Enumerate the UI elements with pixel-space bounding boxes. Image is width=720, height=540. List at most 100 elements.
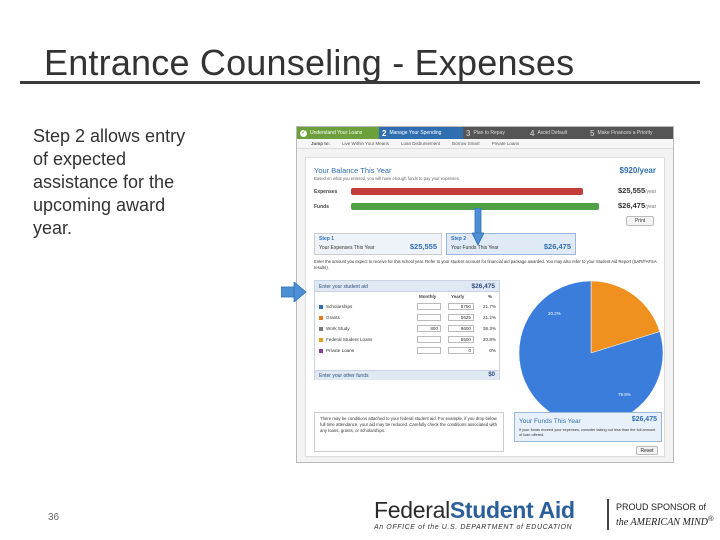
step-manage-spending[interactable]: 2 Manage Your Spending	[379, 127, 463, 139]
nav-loan-disbursement[interactable]: Loan Disbursement	[401, 141, 440, 146]
color-swatch	[319, 305, 323, 309]
slide-title: Entrance Counseling - Expenses	[44, 42, 575, 83]
monthly-input[interactable]: 800	[417, 325, 441, 332]
yearly-input[interactable]: 5625	[448, 314, 474, 321]
aid-row-scholarships: Scholarships 5750 21.7%	[315, 303, 499, 313]
step-number: 3	[466, 128, 471, 138]
fsa-brand-name: FederalStudent Aid	[374, 497, 575, 524]
student-aid-header[interactable]: Enter your student aid $26,475	[315, 281, 499, 292]
print-button[interactable]: Print	[626, 216, 654, 226]
aid-row-work-study: Work Study 800 9600 36.3%	[315, 325, 499, 335]
pie-label-a: 20.2%	[548, 311, 561, 316]
col-pct: %	[488, 294, 493, 299]
logo-separator	[607, 499, 609, 530]
title-underline	[20, 81, 700, 84]
jump-to-nav: Jump to: Live Within Your Means Loan Dis…	[297, 139, 673, 149]
callout-arrow-down-icon	[472, 208, 484, 246]
color-swatch	[319, 316, 323, 320]
funds-amount-value: $26,475	[618, 201, 646, 210]
aid-name: Private Loans	[326, 348, 355, 353]
aid-pct: 20.8%	[482, 337, 496, 342]
step-avoid-default[interactable]: 4 Avoid Default	[527, 127, 587, 139]
expenses-amount: $25,555/year	[618, 186, 656, 195]
aid-pct: 21.2%	[482, 315, 496, 320]
callout-arrow-right-icon	[281, 282, 307, 302]
monthly-input[interactable]	[417, 336, 441, 343]
step-number: 2	[382, 128, 387, 138]
funds-box-value: $26,475	[631, 416, 657, 423]
funds-pie-chart: 20.2% 79.8%	[516, 278, 666, 428]
step1-key: Step 1	[319, 236, 335, 242]
reset-button[interactable]: Reset	[636, 446, 658, 455]
nav-borrow-smart[interactable]: Borrow Smart	[452, 141, 480, 146]
step-plan-repay[interactable]: 3 Plan to Repay	[463, 127, 527, 139]
expenses-amount-value: $25,555	[618, 186, 646, 195]
step-label: Avoid Default	[537, 130, 568, 136]
col-monthly: Monthly	[419, 294, 437, 299]
conditions-notice: There may be conditions attached to your…	[314, 412, 504, 452]
slide-body-text: Step 2 allows entry of expected assistan…	[33, 126, 186, 238]
aid-pct: 21.7%	[482, 304, 496, 309]
check-icon: ✓	[300, 129, 307, 137]
aid-name: Scholarships	[326, 304, 353, 309]
expenses-label: Expenses	[314, 189, 338, 195]
yearly-input[interactable]: 0	[448, 347, 474, 354]
jump-to-label: Jump to:	[311, 141, 330, 146]
aid-name: Work Study	[326, 326, 350, 331]
step-make-finances-priority[interactable]: 5 Make Finances a Priority	[587, 127, 673, 139]
monthly-input[interactable]	[417, 347, 441, 354]
step-label: Understand Your Loans	[310, 130, 363, 136]
fsa-brand-part2: Student Aid	[449, 497, 575, 523]
nav-private-loans[interactable]: Private Loans	[492, 141, 520, 146]
step2-funds-tab[interactable]: Step 2 Your Funds This Year $26,475	[446, 233, 576, 255]
pie-label-b: 79.8%	[618, 392, 631, 397]
other-funds-label: Enter your other funds	[319, 373, 369, 379]
federal-student-aid-logo: FederalStudent Aid An OFFICE of the U.S.…	[374, 497, 714, 533]
step-label: Manage Your Spending	[389, 130, 442, 136]
color-swatch	[319, 349, 323, 353]
yearly-input[interactable]: 5500	[448, 336, 474, 343]
step-number: 4	[530, 128, 535, 138]
proud-line-2: the AMERICAN MIND	[616, 517, 709, 528]
balance-subtitle: Based on what you entered, you will have…	[314, 176, 460, 181]
balance-amount: $920/year	[619, 166, 656, 175]
step-label: Plan to Repay	[473, 130, 505, 136]
nav-live-within-means[interactable]: Live Within Your Means	[342, 141, 389, 146]
step2-value: $26,475	[543, 242, 571, 251]
balance-card: Your Balance This Year Based on what you…	[305, 157, 665, 457]
proud-sponsor-text: PROUD SPONSOR of the AMERICAN MIND®	[616, 502, 714, 528]
other-funds-header[interactable]: Enter your other funds $0	[315, 370, 499, 380]
step-label: Make Finances a Priority	[597, 130, 653, 136]
per-year-label: /year	[645, 189, 657, 195]
funds-label: Funds	[314, 204, 329, 210]
pie-svg	[518, 280, 664, 426]
aid-pct: 36.3%	[482, 326, 496, 331]
aid-row-private-loans: Private Loans 0 0%	[315, 347, 499, 357]
your-funds-box: Your Funds This Year $26,475 If your fun…	[514, 412, 662, 442]
yearly-input[interactable]: 5750	[448, 303, 474, 310]
expenses-bar	[351, 188, 583, 195]
fsa-brand-part1: Federal	[374, 497, 450, 523]
color-swatch	[319, 327, 323, 331]
aid-name: Federal Student Loans	[326, 337, 373, 342]
monthly-input[interactable]	[417, 303, 441, 310]
yearly-input[interactable]: 9600	[448, 325, 474, 332]
aid-pct: 0%	[489, 348, 496, 353]
aid-row-grants: Grants 5625 21.2%	[315, 314, 499, 324]
instructions-text: Enter the amount you expect to receive f…	[314, 259, 657, 270]
aid-column-headers: Monthly Yearly %	[315, 294, 499, 301]
step1-value: $25,555	[409, 242, 437, 251]
funds-box-title: Your Funds This Year	[519, 418, 581, 425]
monthly-input[interactable]	[417, 314, 441, 321]
funds-box-desc: If your funds exceed your expenses, cons…	[519, 428, 656, 437]
proud-line-1: PROUD SPONSOR of	[616, 502, 707, 512]
student-aid-panel: Enter your student aid $26,475 Monthly Y…	[314, 280, 500, 380]
other-funds-value: $0	[488, 372, 495, 378]
trademark-symbol: ®	[708, 514, 714, 523]
fsa-tagline: An OFFICE of the U.S. DEPARTMENT of EDUC…	[374, 524, 573, 531]
step1-expenses-tab[interactable]: Step 1 Your Expenses This Year $25,555	[314, 233, 442, 255]
aid-name: Grants	[326, 315, 340, 320]
step1-label: Your Expenses This Year	[319, 245, 375, 251]
step-understand-loans[interactable]: ✓ Understand Your Loans	[297, 127, 379, 139]
balance-title: Your Balance This Year	[314, 166, 392, 175]
